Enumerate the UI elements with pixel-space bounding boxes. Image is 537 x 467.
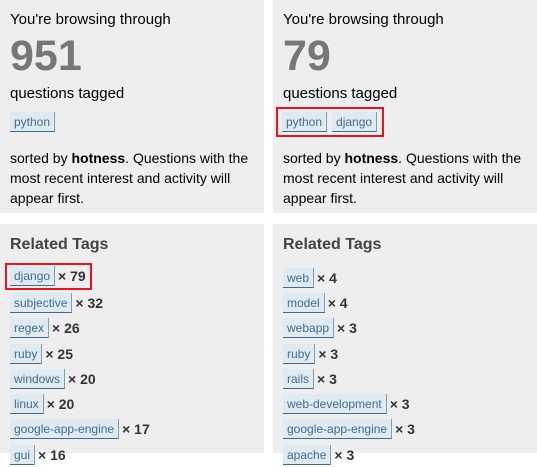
related-tag[interactable]: google-app-engine	[10, 419, 120, 440]
related-tag-item: django × 79	[5, 263, 150, 291]
related-tag-item: google-app-engine × 3	[283, 417, 415, 442]
related-tag-item: regex × 26	[10, 316, 150, 341]
related-tag-item: gui × 16	[10, 442, 150, 467]
related-tag-count: × 3	[318, 345, 339, 362]
selected-tags: python django	[276, 107, 385, 137]
related-tag-count: × 3	[334, 446, 355, 463]
related-tag[interactable]: rails	[283, 368, 315, 389]
related-tag-count: × 4	[317, 269, 337, 286]
related-tags-title: Related Tags	[283, 236, 382, 253]
related-tag-count: × 25	[45, 345, 73, 362]
related-tag-item: linux × 20	[10, 391, 150, 416]
related-tag-count: × 4	[327, 294, 348, 311]
related-tag[interactable]: apache	[283, 444, 332, 465]
sort-hotness: hotness	[344, 150, 399, 166]
related-tag-count: × 16	[38, 446, 66, 463]
related-tag[interactable]: model	[283, 292, 325, 313]
related-tag-count: × 3	[337, 320, 357, 337]
sort-description: sorted by hotness. Questions with the mo…	[10, 150, 249, 206]
related-tag[interactable]: linux	[10, 394, 44, 415]
related-tag-item: ruby × 3	[283, 341, 415, 366]
related-tag-item: webapp × 3	[283, 316, 415, 341]
highlight-box: django × 79	[5, 263, 92, 291]
related-tag-count: × 26	[52, 320, 80, 337]
tag-python[interactable]: python	[282, 112, 328, 132]
related-tag-count: × 17	[122, 421, 150, 438]
left-browse-panel: You're browsing through 951 questions ta…	[0, 0, 264, 213]
tag-django[interactable]: django	[332, 112, 378, 132]
related-tag[interactable]: subjective	[10, 292, 73, 313]
related-tag-item: apache × 3	[283, 442, 415, 467]
related-tag[interactable]: google-app-engine	[283, 419, 393, 440]
related-tag[interactable]: web	[283, 267, 315, 288]
related-tag-item: windows × 20	[10, 366, 150, 391]
related-tag-item: google-app-engine × 17	[10, 417, 150, 442]
related-tag-count: × 20	[68, 370, 96, 387]
related-tag-count: × 3	[389, 396, 410, 413]
browsing-text: You're browsing through	[283, 11, 444, 28]
related-tag-count: × 3	[317, 370, 337, 387]
questions-tagged-label: questions tagged	[283, 85, 398, 102]
related-tag[interactable]: web-development	[283, 394, 387, 415]
related-tag-count: × 79	[58, 268, 86, 285]
question-count: 951	[10, 32, 82, 80]
browsing-text: You're browsing through	[10, 11, 171, 28]
related-tag-item: subjective × 32	[10, 290, 150, 315]
selected-tags: python	[10, 112, 60, 132]
highlight-box: python django	[276, 107, 385, 137]
related-tag-count: × 32	[75, 294, 104, 311]
right-browse-panel: You're browsing through 79 questions tag…	[273, 0, 537, 213]
sort-description: sorted by hotness. Questions with the mo…	[283, 150, 522, 206]
related-tag-count: × 3	[395, 421, 415, 438]
related-tag[interactable]: webapp	[283, 318, 335, 339]
related-tags-title: Related Tags	[10, 236, 109, 253]
related-tag[interactable]: regex	[10, 318, 50, 339]
related-tag-item: rails × 3	[283, 366, 415, 391]
related-tag-item: web × 4	[283, 265, 415, 290]
related-tag-count: × 20	[46, 396, 75, 413]
related-tag[interactable]: windows	[10, 368, 66, 389]
related-tag[interactable]: ruby	[283, 343, 316, 364]
related-tag[interactable]: django	[10, 266, 56, 287]
related-tag[interactable]: ruby	[10, 343, 43, 364]
related-tag-item: model × 4	[283, 290, 415, 315]
question-count: 79	[283, 32, 331, 80]
questions-tagged-label: questions tagged	[10, 85, 125, 102]
related-tag[interactable]: gui	[10, 444, 36, 465]
sort-hotness: hotness	[71, 150, 126, 166]
related-tags-list: django × 79 subjective × 32 regex × 26 rub…	[5, 263, 150, 467]
related-tags-list: web × 4 model × 4 webapp × 3 ruby × 3 rails ×…	[283, 265, 415, 467]
tag-python[interactable]: python	[10, 112, 56, 132]
related-tag-item: ruby × 25	[10, 341, 150, 366]
related-tag-item: web-development × 3	[283, 391, 415, 416]
